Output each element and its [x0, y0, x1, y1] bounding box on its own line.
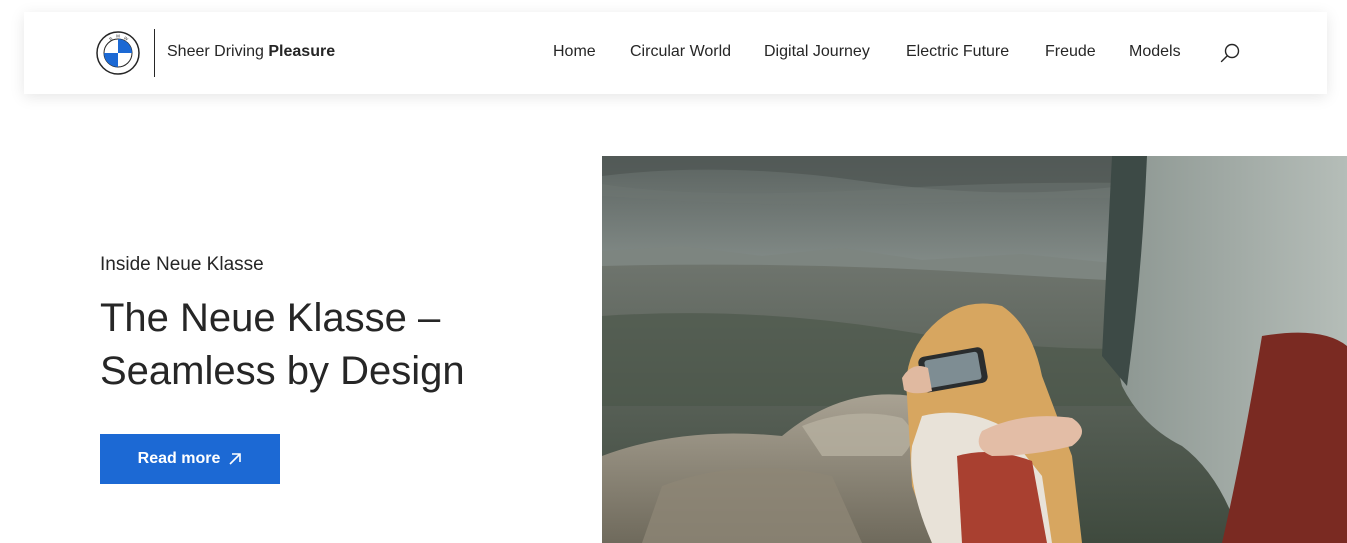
arrow-up-right-icon [229, 453, 242, 465]
site-header: B M W Sheer Driving Pleasure Home Circul… [24, 12, 1327, 94]
read-more-button[interactable]: Read more [100, 434, 280, 484]
tagline-bold: Pleasure [268, 43, 336, 60]
logo-divider [154, 29, 155, 77]
tagline-regular: Sheer Driving [167, 43, 269, 60]
svg-text:M: M [116, 34, 120, 39]
nav-item-digital-journey[interactable]: Digital Journey [764, 43, 870, 61]
brand-tagline: Sheer Driving Pleasure [167, 43, 335, 61]
nav-item-home[interactable]: Home [553, 43, 596, 61]
nav-item-freude[interactable]: Freude [1045, 43, 1096, 61]
nav-item-models[interactable]: Models [1129, 43, 1181, 61]
nav-item-electric-future[interactable]: Electric Future [906, 43, 1009, 61]
bmw-roundel-icon[interactable]: B M W [96, 31, 140, 75]
hero-title-line1: The Neue Klasse – [100, 296, 441, 340]
hero-eyebrow: Inside Neue Klasse [100, 254, 264, 275]
hero-photo-illustration [602, 156, 1347, 543]
search-icon[interactable] [1219, 42, 1241, 64]
hero-photo [602, 156, 1347, 543]
hero-title: The Neue Klasse – Seamless by Design [100, 292, 570, 398]
hero-title-line2: Seamless by Design [100, 349, 465, 393]
read-more-label: Read more [137, 450, 221, 467]
nav-item-circular-world[interactable]: Circular World [630, 43, 731, 61]
